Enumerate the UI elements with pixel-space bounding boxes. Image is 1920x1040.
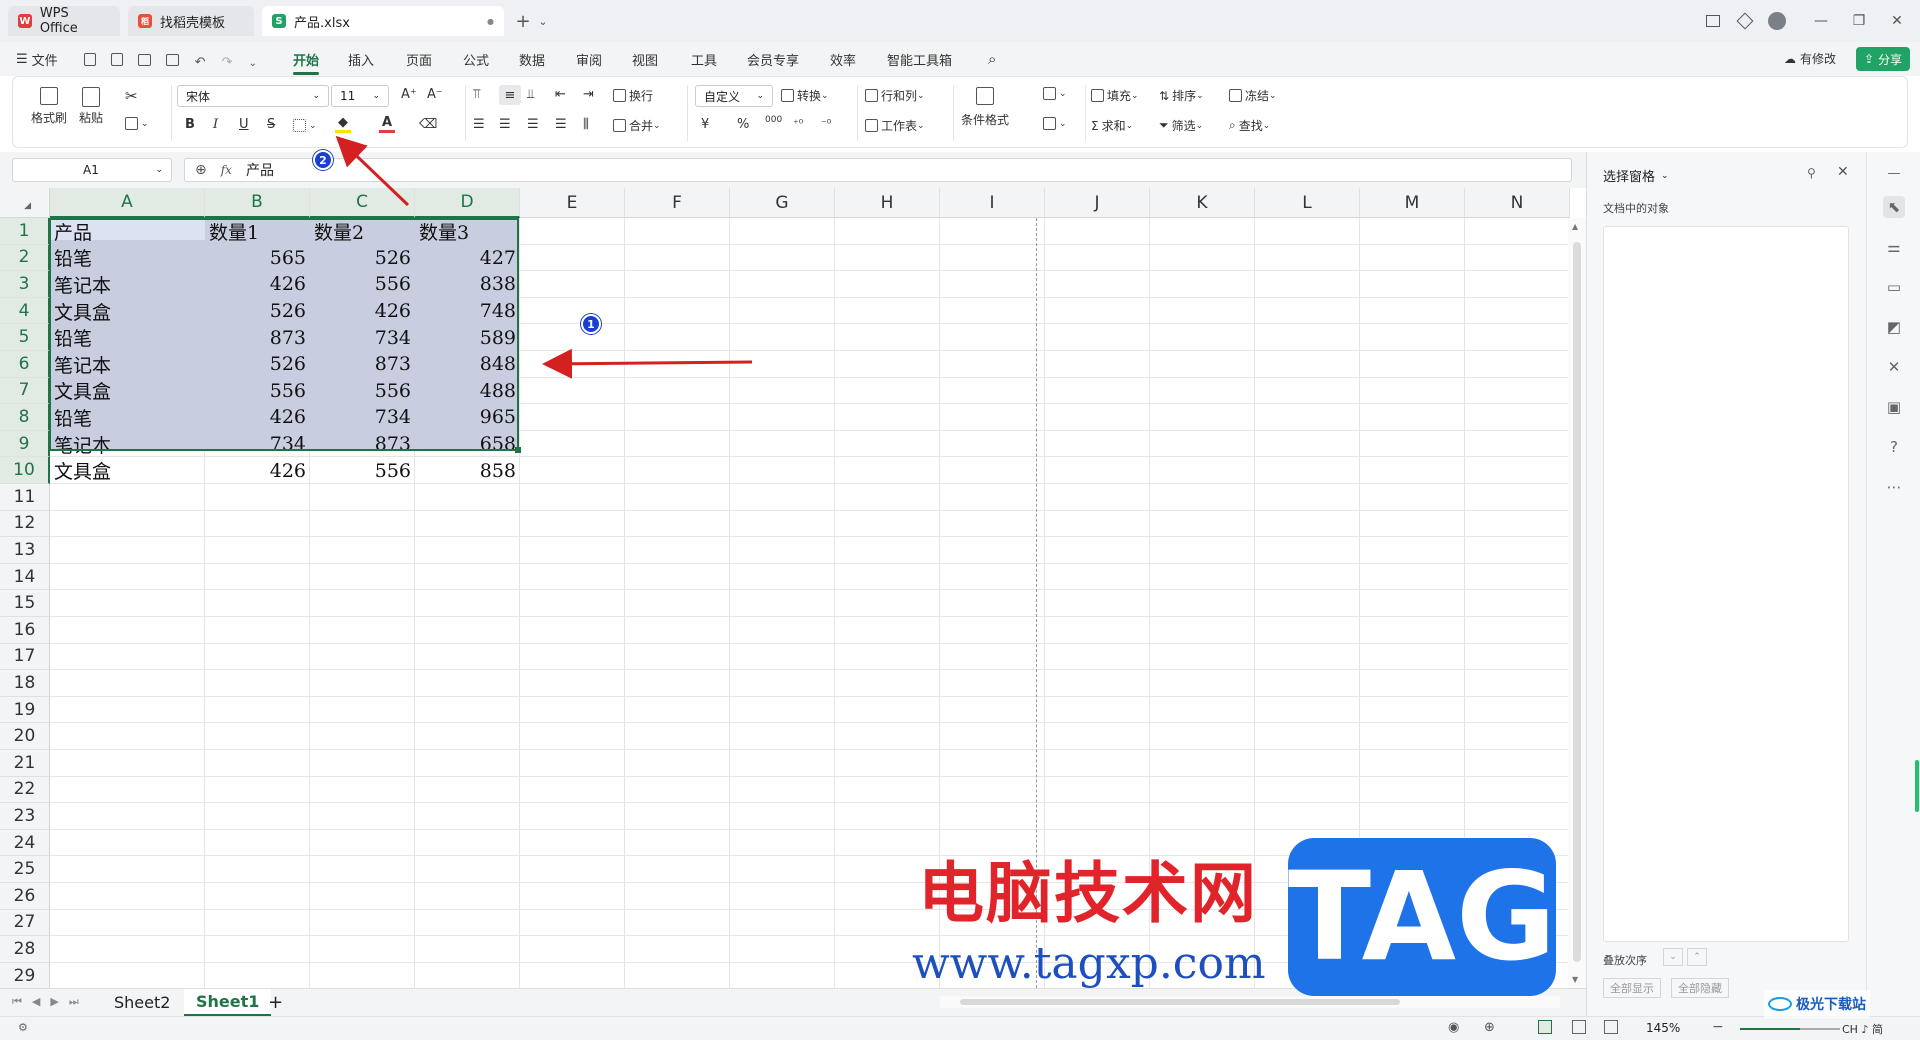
move-up-button[interactable]: ⌃ [1687, 948, 1707, 966]
hide-all-button[interactable]: 全部隐藏 [1671, 978, 1729, 998]
zoom-level[interactable]: 145% [1646, 1021, 1680, 1035]
stack-order-label: 叠放次序 [1603, 954, 1647, 967]
page-break-view-icon[interactable] [1604, 1020, 1618, 1034]
watermark-url: www.tagxp.com [912, 938, 1266, 989]
help-icon[interactable]: ? [1883, 436, 1905, 458]
zoom-slider-fill [1740, 1028, 1800, 1030]
objects-list[interactable] [1603, 226, 1849, 942]
sheet-tab-sheet1[interactable]: Sheet1 [184, 989, 272, 1016]
move-down-button[interactable]: ⌄ [1663, 948, 1683, 966]
more-icon[interactable]: ⋯ [1883, 476, 1905, 498]
chevron-down-icon: ⌄ [1661, 170, 1669, 181]
analysis-icon[interactable]: ◩ [1883, 316, 1905, 338]
view-options-icon[interactable]: ⊕ [1484, 1020, 1495, 1035]
macro-icon[interactable]: ⚙ [18, 1021, 28, 1034]
selection-pane-title[interactable]: 选择窗格 ⌄ [1603, 166, 1669, 185]
zoom-slider[interactable] [1740, 1028, 1840, 1030]
status-bar: ⚙ ◉ ⊕ 145% − CH ♪ 简 [0, 1016, 1920, 1040]
book-icon[interactable]: ▣ [1883, 396, 1905, 418]
tools-icon[interactable]: ✕ [1883, 356, 1905, 378]
side-toolbar: — ⬉ ⚌ ▭ ◩ ✕ ▣ ? ⋯ [1866, 152, 1920, 1016]
add-sheet-button[interactable]: + [268, 989, 283, 1016]
comment-icon[interactable]: ▭ [1883, 276, 1905, 298]
objects-label: 文档中的对象 [1603, 202, 1669, 215]
sheet-tab-sheet2[interactable]: Sheet2 [102, 989, 182, 1016]
sheet-nav-icons[interactable]: ⏮◀▶⏭ [12, 995, 89, 1009]
corner-watermark: 极光下载站 [1764, 990, 1870, 1018]
close-icon[interactable]: ✕ [1837, 164, 1849, 180]
pin-icon[interactable]: ⚲ [1807, 166, 1816, 180]
horizontal-scroll-thumb[interactable] [960, 999, 1400, 1005]
collapse-icon[interactable]: — [1883, 162, 1905, 184]
arrow-to-selection [542, 348, 753, 379]
pane-title-label: 选择窗格 [1603, 170, 1656, 185]
step-marker-1: 1 [581, 314, 601, 334]
arrow-to-borders-button [335, 135, 410, 207]
step-marker-2: 2 [313, 150, 333, 170]
watermark-tag-logo: TAG [1288, 838, 1556, 996]
show-all-button[interactable]: 全部显示 [1603, 978, 1661, 998]
swoosh-logo-icon [1768, 997, 1792, 1011]
page-layout-icon[interactable] [1572, 1020, 1586, 1034]
selection-pane: 选择窗格 ⌄ ⚲ ✕ 文档中的对象 叠放次序 ⌄ ⌃ 全部显示 全部隐藏 [1586, 152, 1866, 1016]
normal-view-icon[interactable] [1538, 1020, 1552, 1034]
side-progress-indicator [1915, 760, 1919, 812]
horizontal-scrollbar[interactable] [940, 996, 1560, 1008]
watermark-cn-text: 电脑技术网 [918, 855, 1258, 932]
eye-icon[interactable]: ◉ [1448, 1020, 1459, 1035]
properties-icon[interactable]: ⚌ [1883, 236, 1905, 258]
input-language[interactable]: CH ♪ 简 [1842, 1021, 1883, 1037]
select-pointer-icon[interactable]: ⬉ [1883, 196, 1905, 218]
corner-watermark-text: 极光下载站 [1796, 997, 1866, 1013]
zoom-out-icon[interactable]: − [1712, 1019, 1724, 1035]
